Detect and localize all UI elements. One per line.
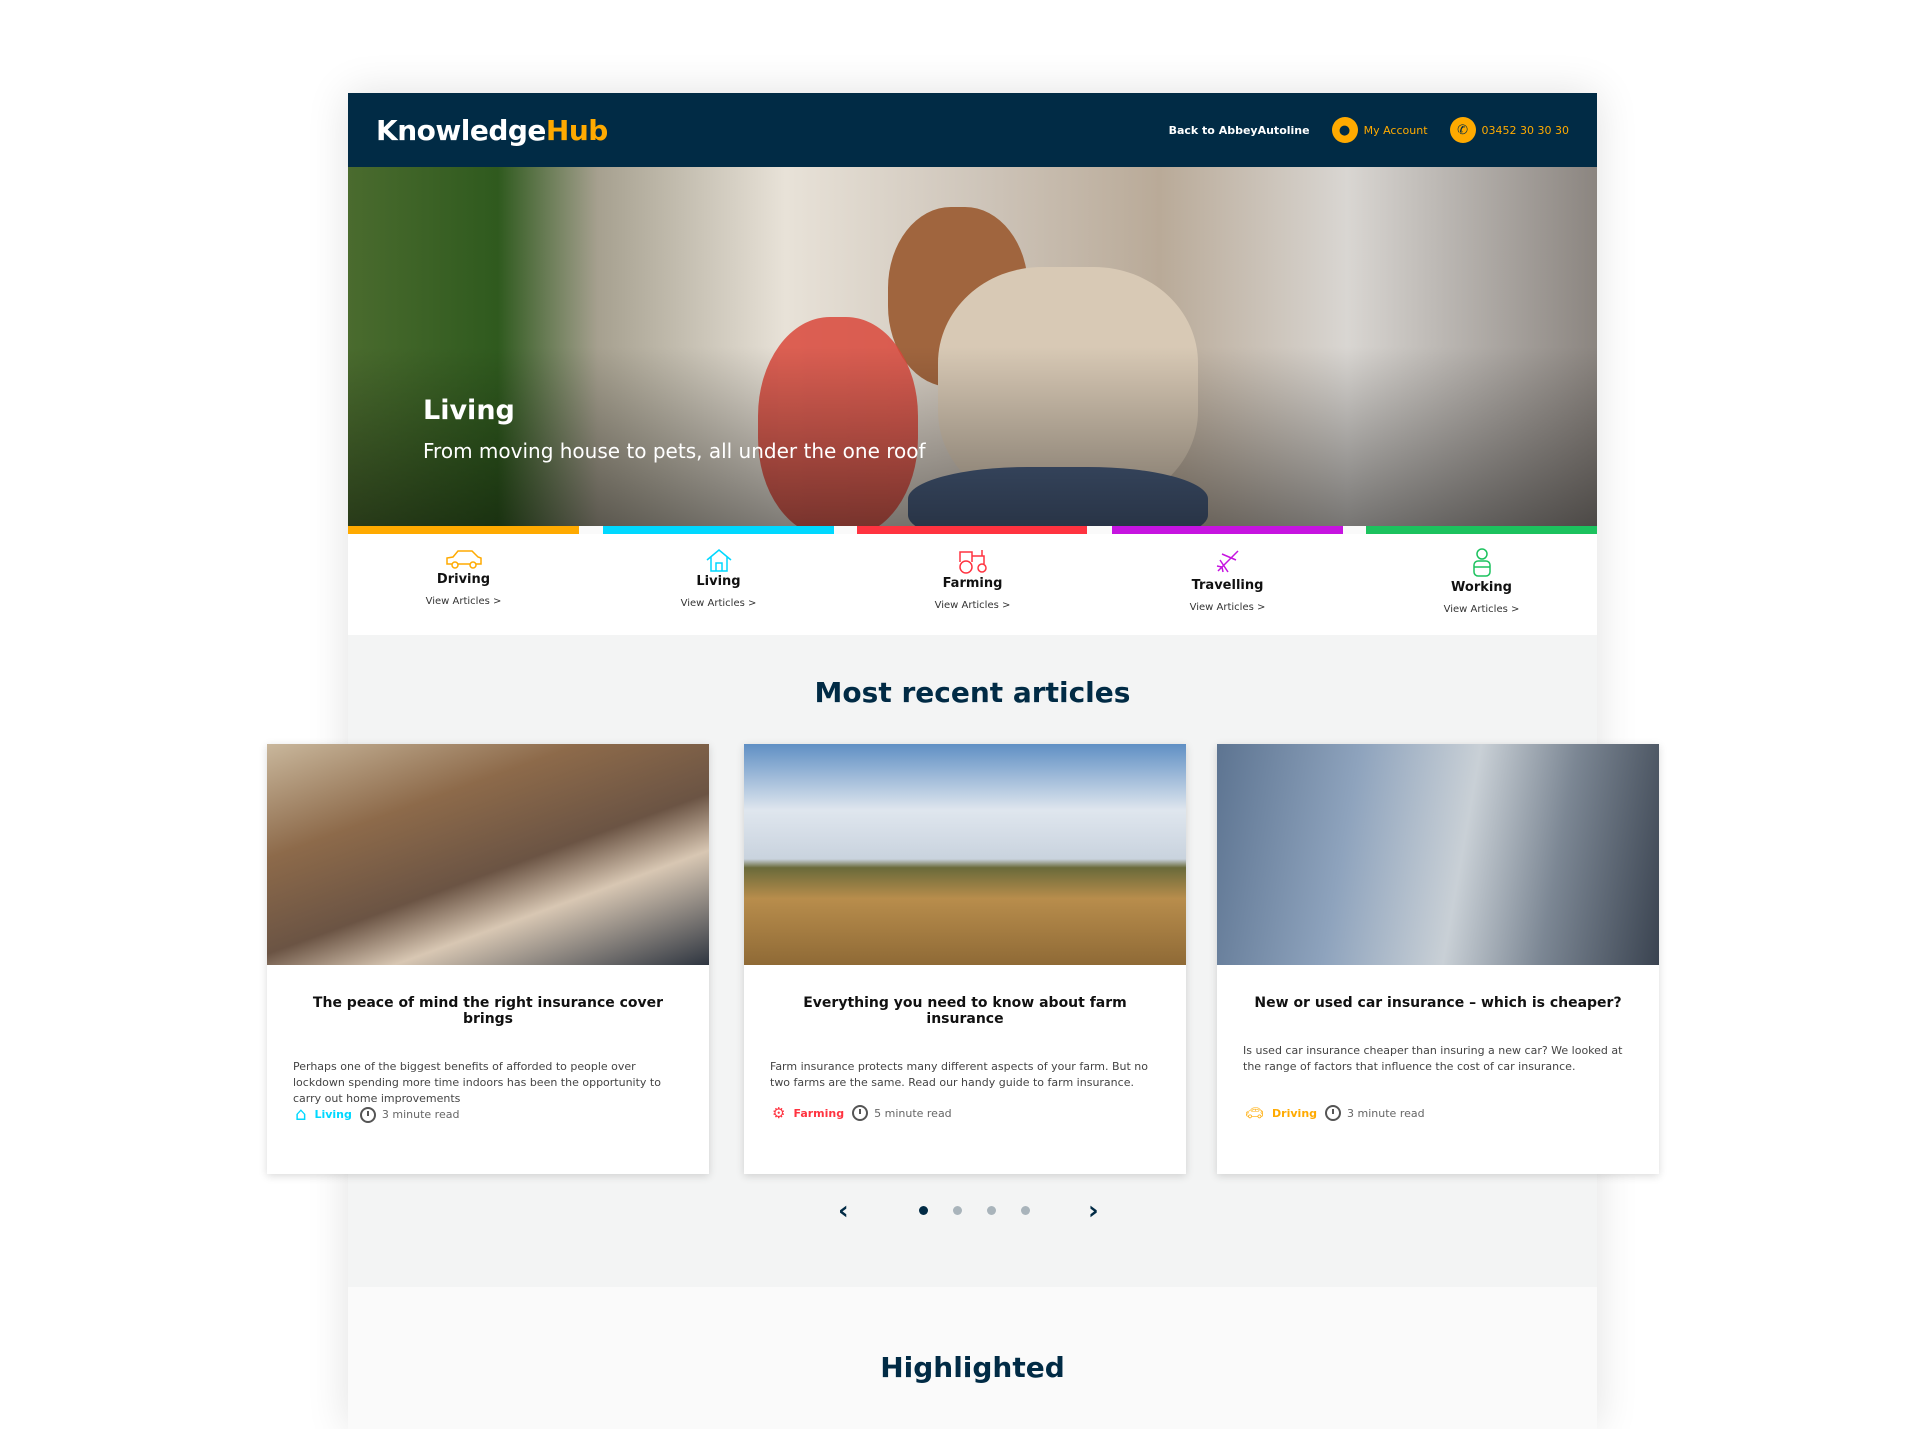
travelling-color-bar [1112,526,1343,534]
working-color-bar [1366,526,1597,534]
article-image [1217,744,1659,965]
carousel-prev-button[interactable]: ‹ [838,1196,849,1226]
article-card[interactable]: The peace of mind the right insurance co… [267,744,709,1174]
view-articles-link[interactable]: View Articles > [857,600,1088,611]
article-image [267,744,709,965]
view-articles-link[interactable]: View Articles > [1366,604,1597,615]
article-card[interactable]: Everything you need to know about farm i… [744,744,1186,1174]
recent-articles-title: Most recent articles [814,676,1131,709]
category-working[interactable]: Working View Articles > [1366,534,1597,615]
farming-color-bar [857,526,1087,534]
view-articles-link[interactable]: View Articles > [348,596,579,607]
car-icon [445,550,482,569]
view-articles-link[interactable]: View Articles > [1112,602,1343,613]
carousel-dot-2[interactable] [953,1206,962,1215]
hero-banner: Living From moving house to pets, all un… [348,167,1597,526]
highlighted-title: Highlighted [880,1351,1065,1384]
article-image [744,744,1186,965]
phone-icon: ✆ [1449,117,1476,143]
hero-subtitle: From moving house to pets, all under the… [423,439,926,463]
carousel-dot-1[interactable] [919,1206,928,1215]
back-link[interactable]: Back to AbbeyAutoline [1169,124,1310,137]
plane-icon [1216,550,1239,573]
article-card[interactable]: New or used car insurance – which is che… [1217,744,1659,1174]
living-color-bar [603,526,834,534]
site-header: KnowledgeHub Back to AbbeyAutoline ● My A… [348,93,1597,167]
category-travelling[interactable]: Travelling View Articles > [1112,534,1343,613]
category-driving[interactable]: Driving View Articles > [348,534,579,607]
tractor-icon [958,550,987,574]
person-icon [1472,548,1491,577]
user-icon: ● [1331,117,1358,143]
logo[interactable]: KnowledgeHub [376,114,608,147]
view-articles-link[interactable]: View Articles > [603,598,834,609]
hero-title: Living [423,395,515,426]
carousel-dot-4[interactable] [1021,1206,1030,1215]
my-account-link[interactable]: ● My Account [1331,117,1428,143]
clock-icon [1325,1105,1342,1121]
driving-color-bar [348,526,579,534]
category-tag[interactable]: Living [314,1108,351,1121]
category-tag[interactable]: Driving [1272,1107,1317,1120]
category-living[interactable]: Living View Articles > [603,534,834,609]
car-icon: 🚗︎ [1245,1104,1265,1122]
clock-icon [852,1105,869,1121]
carousel-next-button[interactable]: › [1088,1196,1099,1226]
clock-icon [359,1106,376,1123]
house-icon [706,549,731,572]
phone-link[interactable]: ✆ 03452 30 30 30 [1449,117,1569,143]
category-tag[interactable]: Farming [793,1107,844,1120]
category-farming[interactable]: Farming View Articles > [857,534,1088,611]
category-nav: Driving View Articles > Living View Articl… [348,534,1597,635]
house-icon: ⌂ [295,1104,307,1125]
tractor-icon: ⚙ [772,1104,786,1122]
carousel-dot-3[interactable] [987,1206,996,1215]
